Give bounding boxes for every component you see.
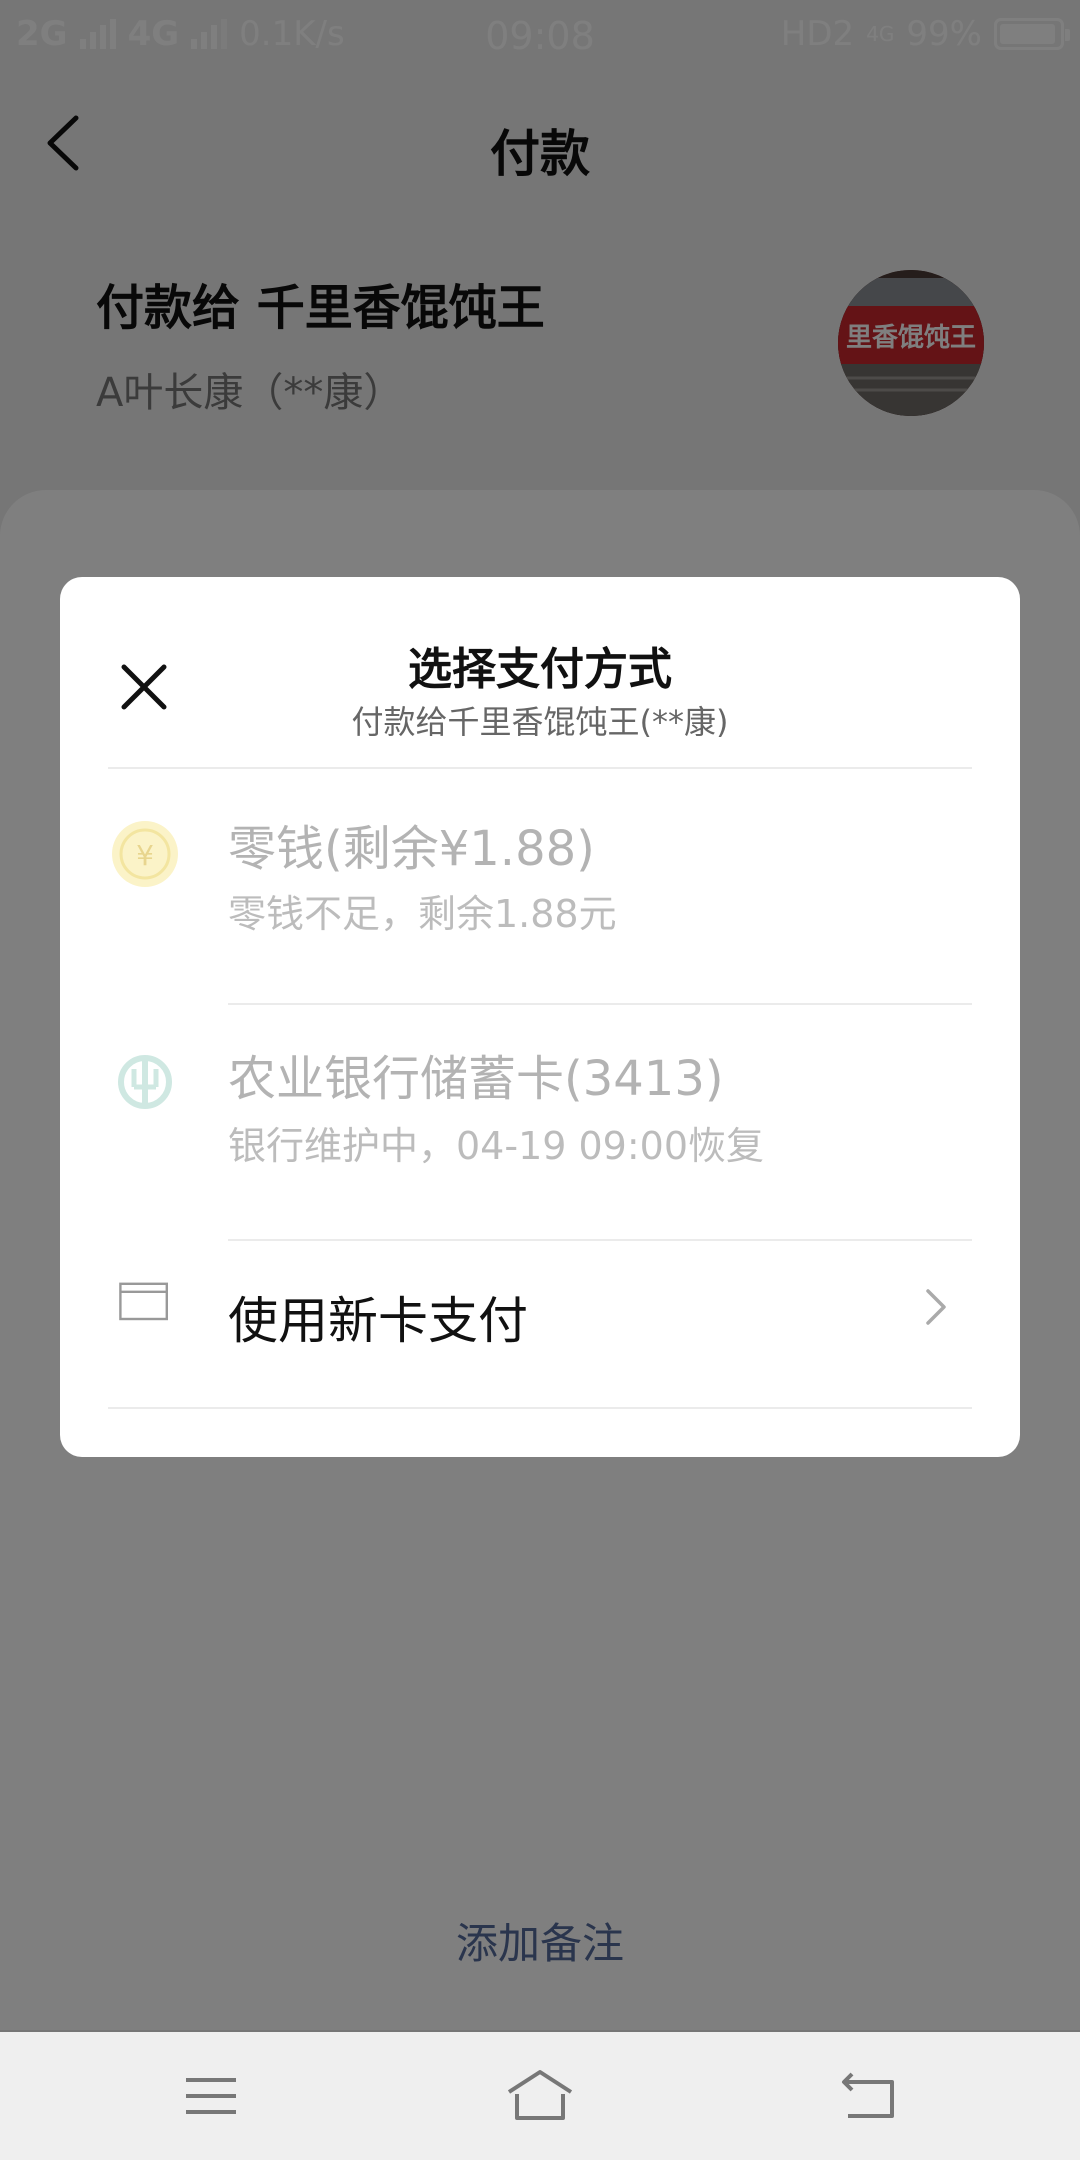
back-nav-icon[interactable] — [834, 2066, 904, 2126]
menu-icon[interactable] — [176, 2066, 246, 2126]
option-name: 农业银行储蓄卡(3413) — [228, 1051, 724, 1107]
option-desc: 零钱不足，剩余1.88元 — [228, 892, 617, 936]
option-desc: 银行维护中，04-19 09:00恢复 — [228, 1124, 765, 1168]
abc-bank-icon — [118, 1055, 172, 1109]
payment-screen: 2G 4G 0.1K/s 09:08 HD2 4G 99% 付款 付款给 千里香… — [0, 0, 1080, 2160]
dialog-subtitle: 付款给千里香馄饨王(**康) — [351, 703, 729, 741]
card-icon — [119, 1282, 168, 1321]
system-nav-bar — [0, 2032, 1080, 2160]
option-name: 零钱(剩余¥1.88) — [228, 821, 595, 877]
option-new-card[interactable]: 使用新卡支付 — [60, 1241, 1020, 1407]
option-change-wallet: ¥ 零钱(剩余¥1.88) 零钱不足，剩余1.88元 — [60, 769, 1020, 1003]
new-card-label: 使用新卡支付 — [228, 1292, 528, 1350]
chevron-right-icon — [926, 1289, 946, 1325]
option-bank-card: 农业银行储蓄卡(3413) 银行维护中，04-19 09:00恢复 — [60, 1005, 1020, 1239]
divider — [108, 1407, 972, 1409]
payment-method-dialog: 选择支付方式 付款给千里香馄饨王(**康) ¥ 零钱(剩余¥1.88) 零钱不足… — [60, 577, 1020, 1457]
dialog-title: 选择支付方式 — [408, 644, 672, 695]
home-icon[interactable] — [505, 2066, 575, 2126]
svg-text:¥: ¥ — [136, 839, 154, 872]
coin-icon: ¥ — [112, 821, 178, 887]
